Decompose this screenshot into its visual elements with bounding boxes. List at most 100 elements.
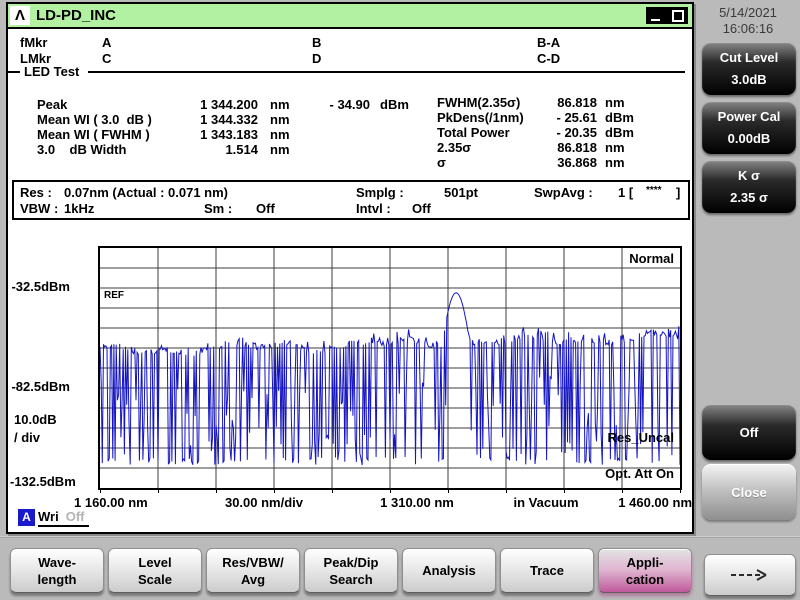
minimize-icon: [651, 19, 660, 21]
sm-value: Off: [256, 201, 275, 216]
menu-label: Appli-: [626, 554, 664, 570]
x-label-stop: 1 460.00 nm: [618, 495, 692, 510]
swpavg-value: 1 [: [618, 185, 634, 200]
time-text: 16:06:16: [722, 21, 774, 36]
softkey-close[interactable]: Close: [702, 464, 796, 520]
meas-label: 3.0 dB Width: [37, 142, 127, 157]
menu-label: length: [37, 571, 77, 587]
meas-value: 86.818: [557, 95, 597, 110]
window-controls: [646, 7, 688, 24]
softkey-value: 0.00dB: [727, 131, 771, 146]
maximize-icon: [672, 10, 684, 22]
fmkr-col-b: B: [312, 35, 322, 50]
menu-wavelength[interactable]: Wave- length: [10, 548, 104, 593]
menu-label: Peak/Dip: [323, 554, 379, 570]
softkey-label: K σ: [738, 168, 760, 183]
date-text: 5/14/2021: [719, 5, 777, 20]
softkey-off[interactable]: Off: [702, 404, 796, 460]
opt-att-annotation: Opt. Att On: [605, 466, 674, 481]
y-label-ref: -32.5dBm: [11, 279, 70, 294]
menu-label: Search: [329, 571, 373, 587]
menu-label: Res/VBW/: [222, 554, 284, 570]
meas-unit: nm: [270, 127, 290, 142]
softkey-k-sigma[interactable]: K σ 2.35 σ: [702, 160, 796, 213]
meas-unit: dBm: [605, 110, 634, 125]
meas-value2: - 34.90: [329, 97, 370, 112]
vbw-value: 1kHz: [64, 201, 95, 216]
sweep-settings-box: Res : 0.07nm (Actual : 0.071 nm) Smplg :…: [12, 180, 690, 220]
trace-status: Wri Off: [38, 509, 89, 527]
datetime-display: 5/14/2021 16:06:16: [700, 5, 796, 37]
meas-label: Mean WI ( 3.0 dB ): [37, 112, 152, 127]
smplg-label: Smplg :: [356, 185, 404, 200]
spectrum-trace-svg: [100, 248, 680, 488]
fmkr-label: fMkr: [20, 35, 48, 50]
title-bar: Λ LD-PD_INC: [8, 4, 692, 29]
meas-label: Peak: [37, 97, 68, 112]
y-scale-line1: 10.0dB: [14, 412, 57, 427]
menu-analysis[interactable]: Analysis: [402, 548, 496, 593]
spectrum-plot: REF Normal Res_Uncal Opt. Att On: [98, 246, 682, 490]
smplg-value: 501pt: [444, 185, 478, 200]
fmkr-col-ba: B-A: [537, 35, 561, 50]
ref-level-marker: REF: [104, 290, 124, 301]
menu-label: Trace: [530, 563, 564, 578]
swpavg-bracket: ]: [676, 185, 681, 200]
lmkr-col-cd: C-D: [537, 51, 561, 66]
app-logo-icon: Λ: [10, 6, 30, 25]
meas-unit: nm: [270, 142, 290, 157]
meas-unit: nm: [605, 155, 625, 170]
lmkr-col-d: D: [312, 51, 322, 66]
menu-application[interactable]: Appli- cation: [598, 548, 692, 593]
vbw-label: VBW :: [20, 201, 59, 216]
meas-value: 1 344.200: [200, 97, 258, 112]
menu-level-scale[interactable]: Level Scale: [108, 548, 202, 593]
x-label-center: 1 310.00 nm: [380, 495, 454, 510]
menu-label: Analysis: [422, 563, 476, 578]
meas-unit2: dBm: [380, 97, 409, 112]
softkey-label: Off: [739, 424, 759, 440]
meas-label: Total Power: [437, 125, 510, 140]
trace-state: Off: [65, 509, 85, 524]
res-label: Res :: [20, 185, 52, 200]
meas-value: 1.514: [225, 142, 258, 157]
softkey-label: Close: [731, 484, 767, 500]
meas-label: Mean WI ( FWHM ): [37, 127, 150, 142]
meas-value: - 20.35: [556, 125, 597, 140]
minimize-button[interactable]: [646, 7, 667, 24]
sm-label: Sm :: [204, 201, 233, 216]
menu-trace[interactable]: Trace: [500, 548, 594, 593]
menu-peak-dip-search[interactable]: Peak/Dip Search: [304, 548, 398, 593]
lmkr-col-c: C: [102, 51, 112, 66]
meas-label: FWHM(2.35σ): [437, 95, 521, 110]
softkey-label: Cut Level: [719, 50, 779, 65]
meas-value: 1 343.183: [200, 127, 258, 142]
swpavg-stars: ****: [646, 185, 662, 196]
section-title: LED Test: [24, 64, 80, 79]
softkey-power-cal[interactable]: Power Cal 0.00dB: [702, 101, 796, 154]
y-label-bottom: -132.5dBm: [10, 474, 76, 489]
y-scale-line2: / div: [14, 430, 41, 445]
menu-label: Wave-: [38, 554, 76, 570]
menu-more-button[interactable]: [704, 554, 796, 596]
meas-unit: nm: [605, 140, 625, 155]
meas-value: 86.818: [557, 140, 597, 155]
res-value: 0.07nm (Actual : 0.071 nm): [64, 185, 228, 200]
maximize-button[interactable]: [667, 7, 688, 24]
meas-unit: nm: [270, 97, 290, 112]
meas-label: 2.35σ: [437, 140, 472, 155]
meas-unit: dBm: [605, 125, 634, 140]
x-axis-ticks: [100, 489, 681, 493]
plot-grid: [100, 248, 680, 488]
softkey-cut-level[interactable]: Cut Level 3.0dB: [702, 42, 796, 95]
trace-a-badge[interactable]: A: [18, 509, 35, 526]
meas-value: 1 344.332: [200, 112, 258, 127]
menu-bar-edge: [0, 536, 800, 538]
x-label-perdiv: 30.00 nm/div: [224, 495, 304, 510]
meas-unit: nm: [270, 112, 290, 127]
fmkr-col-a: A: [102, 35, 112, 50]
meas-label: PkDens(/1nm): [437, 110, 524, 125]
section-rule-left: [8, 71, 20, 73]
softkey-value: 2.35 σ: [730, 190, 768, 205]
menu-res-vbw-avg[interactable]: Res/VBW/ Avg: [206, 548, 300, 593]
